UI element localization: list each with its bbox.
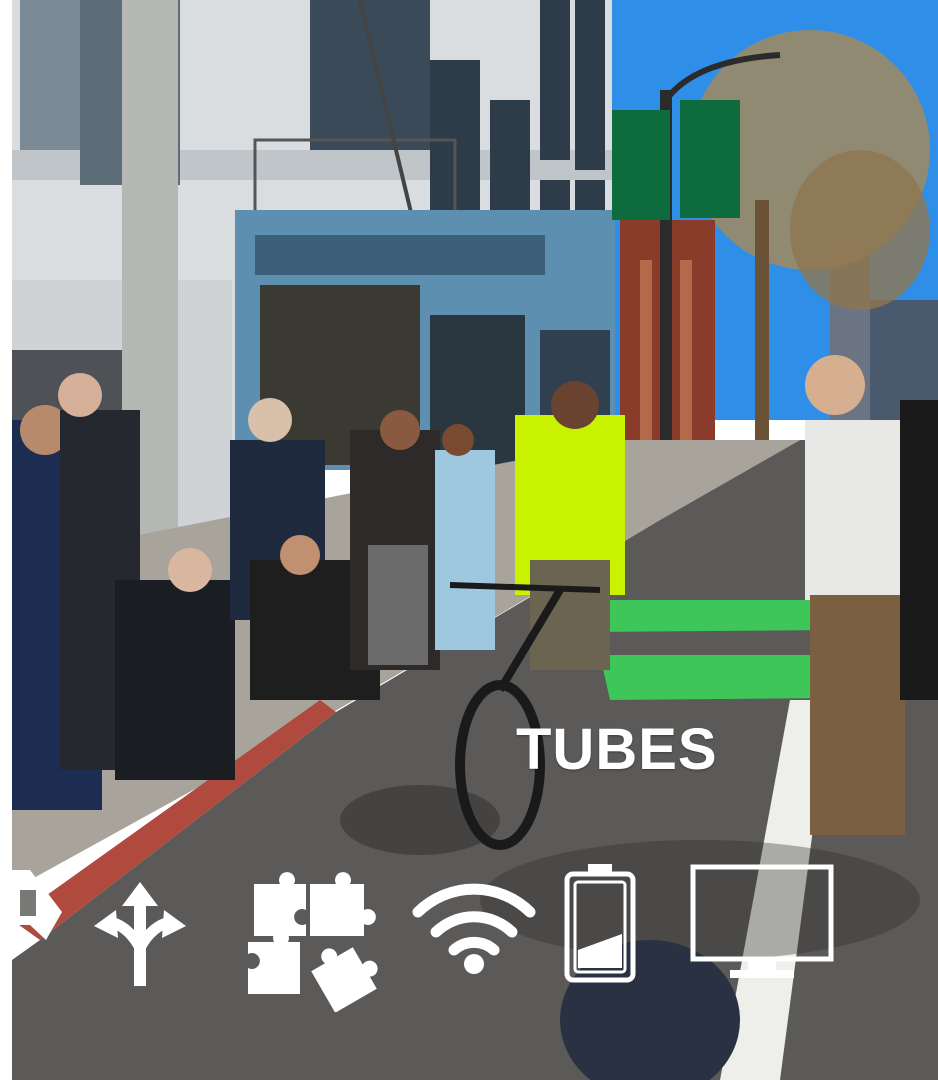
battery-low-icon: [562, 862, 638, 984]
puzzle-pieces-icon: [240, 870, 382, 1012]
wifi-icon: [412, 876, 536, 976]
monitor-icon: [690, 864, 834, 986]
caption-text: TUBES: [516, 717, 718, 782]
arrow-icon: [0, 870, 64, 950]
split-arrows-icon: [92, 882, 188, 986]
